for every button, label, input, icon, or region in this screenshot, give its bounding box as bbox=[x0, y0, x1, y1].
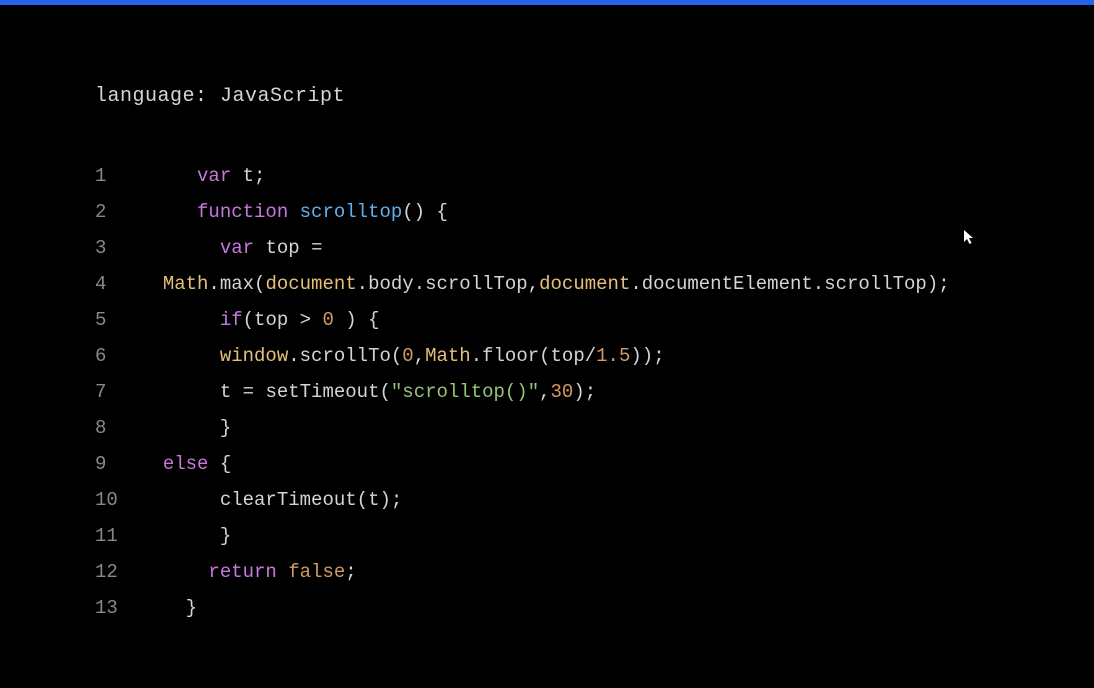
code-line: 9 else { bbox=[95, 446, 999, 482]
language-label: language: bbox=[95, 85, 220, 108]
line-number: 2 bbox=[95, 194, 140, 230]
code-content: } bbox=[140, 590, 197, 626]
code-block: 1 var t; 2 function scrolltop() { 3 var … bbox=[95, 158, 999, 626]
code-line: 11 } bbox=[95, 518, 999, 554]
code-content: Math.max(document.body.scrollTop,documen… bbox=[140, 266, 950, 302]
code-content: return false; bbox=[140, 554, 357, 590]
line-number: 5 bbox=[95, 302, 140, 338]
code-viewer: language: JavaScript 1 var t; 2 function… bbox=[0, 5, 1094, 626]
code-line: 12 return false; bbox=[95, 554, 999, 590]
line-number: 1 bbox=[95, 158, 140, 194]
code-line: 3 var top = bbox=[95, 230, 999, 266]
line-number: 12 bbox=[95, 554, 140, 590]
code-content: else { bbox=[140, 446, 231, 482]
code-line: 10 clearTimeout(t); bbox=[95, 482, 999, 518]
language-value: JavaScript bbox=[220, 85, 345, 108]
line-number: 7 bbox=[95, 374, 140, 410]
code-content: window.scrollTo(0,Math.floor(top/1.5)); bbox=[140, 338, 665, 374]
code-line: 7 t = setTimeout("scrolltop()",30); bbox=[95, 374, 999, 410]
code-line: 6 window.scrollTo(0,Math.floor(top/1.5))… bbox=[95, 338, 999, 374]
code-line: 2 function scrolltop() { bbox=[95, 194, 999, 230]
line-number: 8 bbox=[95, 410, 140, 446]
code-content: var t; bbox=[140, 158, 265, 194]
code-line: 5 if(top > 0 ) { bbox=[95, 302, 999, 338]
code-content: clearTimeout(t); bbox=[140, 482, 402, 518]
code-content: } bbox=[140, 410, 231, 446]
code-content: if(top > 0 ) { bbox=[140, 302, 380, 338]
code-content: var top = bbox=[140, 230, 334, 266]
code-line: 13 } bbox=[95, 590, 999, 626]
code-content: function scrolltop() { bbox=[140, 194, 448, 230]
line-number: 6 bbox=[95, 338, 140, 374]
line-number: 3 bbox=[95, 230, 140, 266]
code-line: 8 } bbox=[95, 410, 999, 446]
code-content: t = setTimeout("scrolltop()",30); bbox=[140, 374, 596, 410]
line-number: 11 bbox=[95, 518, 140, 554]
code-content: } bbox=[140, 518, 231, 554]
language-header: language: JavaScript bbox=[95, 85, 999, 108]
line-number: 4 bbox=[95, 266, 140, 302]
line-number: 10 bbox=[95, 482, 140, 518]
code-line: 1 var t; bbox=[95, 158, 999, 194]
line-number: 13 bbox=[95, 590, 140, 626]
code-line: 4 Math.max(document.body.scrollTop,docum… bbox=[95, 266, 999, 302]
line-number: 9 bbox=[95, 446, 140, 482]
